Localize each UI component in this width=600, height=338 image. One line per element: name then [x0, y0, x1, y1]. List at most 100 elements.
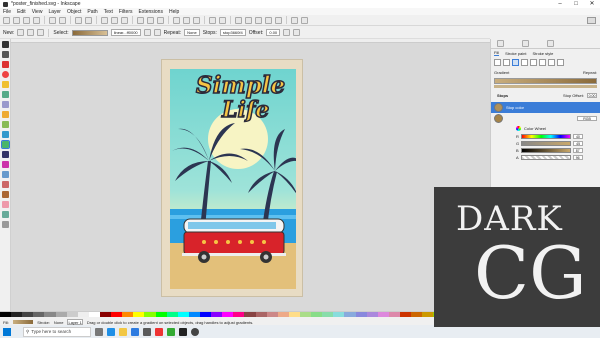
connector-tool-icon[interactable] [2, 211, 9, 218]
palette-swatch[interactable] [411, 312, 423, 317]
mail-icon[interactable] [131, 327, 139, 336]
add-stop-icon[interactable] [283, 29, 291, 36]
minimize-button[interactable]: – [552, 0, 568, 8]
palette-swatch[interactable] [155, 312, 167, 317]
tab-stroke-paint[interactable]: Stroke paint [505, 51, 526, 56]
palette-swatch[interactable] [0, 312, 12, 317]
palette-swatch[interactable] [199, 312, 212, 317]
poster-title-simple[interactable]: Simple [195, 71, 286, 100]
palette-swatch[interactable] [44, 312, 56, 317]
radial-gradient-icon[interactable] [27, 29, 35, 36]
palette-swatch[interactable] [344, 312, 356, 317]
linear-gradient-icon[interactable] [17, 29, 25, 36]
palette-swatch[interactable] [233, 312, 245, 317]
linear-gradient-paint-icon[interactable] [512, 59, 519, 66]
eraser-tool-icon[interactable] [2, 201, 9, 208]
palette-swatch[interactable] [366, 312, 378, 317]
palette-swatch[interactable] [422, 312, 434, 317]
objects-dock-icon[interactable] [547, 40, 554, 47]
preferences-icon[interactable] [291, 16, 298, 24]
layers-dock-icon[interactable] [522, 40, 529, 47]
gradient-select-dropdown[interactable]: linear...ff0000 [110, 29, 141, 36]
circle-tool-icon[interactable] [2, 71, 9, 78]
palette-swatch[interactable] [399, 312, 412, 317]
palette-swatch[interactable] [255, 312, 267, 317]
export-icon[interactable] [59, 16, 66, 24]
rectangle-tool-icon[interactable] [2, 91, 9, 98]
store-icon[interactable] [143, 327, 151, 336]
palette-swatch[interactable] [88, 312, 100, 317]
stop-offset-input[interactable]: 0.00 [587, 93, 597, 98]
palette-swatch[interactable] [166, 312, 178, 317]
open-file-icon[interactable] [13, 16, 20, 24]
menu-file[interactable]: File [3, 9, 11, 15]
ungroup-icon[interactable] [219, 16, 226, 24]
menu-object[interactable]: Object [67, 9, 81, 15]
redo-icon[interactable] [85, 16, 92, 24]
swatch-paint-icon[interactable] [548, 59, 555, 66]
maximize-button[interactable]: □ [568, 0, 584, 8]
green-value[interactable]: 45 [573, 141, 584, 146]
palette-swatch[interactable] [144, 312, 156, 317]
gradient-tool-icon[interactable] [1, 140, 10, 149]
repeat-dropdown[interactable]: None [184, 29, 200, 36]
3d-box-tool-icon[interactable] [2, 101, 9, 108]
red-value[interactable]: 40 [572, 134, 583, 139]
paint-bucket-icon[interactable] [2, 191, 9, 198]
file-explorer-icon[interactable] [119, 327, 127, 336]
palette-swatch[interactable] [377, 312, 389, 317]
star-tool-icon[interactable] [2, 81, 9, 88]
document-properties-icon[interactable] [301, 16, 308, 24]
green-slider[interactable] [521, 141, 572, 146]
mesh-tool-icon[interactable] [2, 161, 9, 168]
palette-swatch[interactable] [177, 312, 189, 317]
close-button[interactable]: ✕ [584, 0, 600, 8]
palette-swatch[interactable] [333, 312, 345, 317]
taskbar-search-box[interactable]: ⚲ Type here to search [23, 326, 91, 337]
delete-stop-icon[interactable] [293, 29, 301, 36]
palette-swatch[interactable] [66, 312, 78, 317]
palette-swatch[interactable] [55, 312, 67, 317]
reverse-gradient-icon[interactable] [143, 29, 151, 36]
red-slider[interactable] [520, 134, 571, 139]
palette-swatch[interactable] [222, 312, 234, 317]
palette-swatch[interactable] [122, 312, 134, 317]
cut-icon[interactable] [111, 16, 118, 24]
import-icon[interactable] [49, 16, 56, 24]
camper-van[interactable] [182, 217, 294, 265]
text-font-icon[interactable] [245, 16, 252, 24]
windows-start-icon[interactable] [3, 327, 11, 336]
zoom-drawing-icon[interactable] [147, 16, 154, 24]
fill-stroke-icon[interactable] [235, 16, 242, 24]
palette-swatch[interactable] [299, 312, 312, 317]
zoom-tool-icon[interactable] [2, 61, 9, 68]
gradient-stops-strip[interactable] [494, 85, 597, 88]
palette-swatch[interactable] [244, 312, 256, 317]
snap-toggle-button[interactable] [587, 17, 596, 24]
palette-swatch[interactable] [99, 312, 112, 317]
measure-tool-icon[interactable] [2, 221, 9, 228]
edge-browser-icon[interactable] [107, 327, 115, 336]
poster-artwork[interactable]: Simple Life [170, 69, 296, 289]
menu-path[interactable]: Path [87, 9, 97, 15]
poster-title-life[interactable]: Life [221, 96, 270, 124]
palette-swatch[interactable] [77, 312, 89, 317]
clone-icon[interactable] [183, 16, 190, 24]
paste-icon[interactable] [121, 16, 128, 24]
stop-list-item-2[interactable]: RGB [491, 113, 600, 124]
palette-swatch[interactable] [211, 312, 223, 317]
stops-dropdown[interactable]: stop3660f4 [219, 29, 246, 36]
palette-swatch[interactable] [322, 312, 334, 317]
app-icon-red[interactable] [155, 327, 163, 336]
fill-indicator[interactable] [13, 320, 34, 324]
palette-swatch[interactable] [388, 312, 400, 317]
palette-swatch[interactable] [188, 312, 200, 317]
stroke-indicator[interactable]: None [54, 320, 64, 325]
app-icon-green[interactable] [167, 327, 175, 336]
menu-filters[interactable]: Filters [119, 9, 133, 15]
offset-input[interactable]: 0.00 [266, 29, 281, 36]
menu-view[interactable]: View [32, 9, 43, 15]
node-tool-icon[interactable] [2, 51, 9, 58]
mesh-paint-icon[interactable] [530, 59, 537, 66]
menu-layer[interactable]: Layer [48, 9, 61, 15]
